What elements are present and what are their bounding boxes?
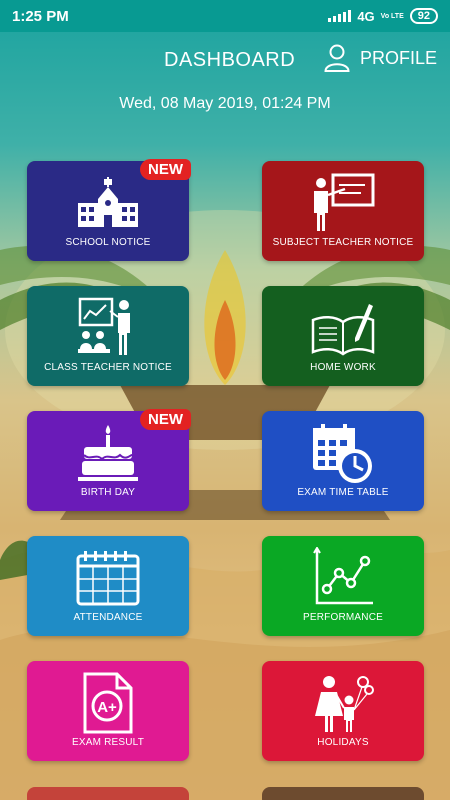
profile-button[interactable]: PROFILE [324,44,437,72]
tile-performance[interactable]: PERFORMANCE [262,536,424,636]
grade-a-plus-icon: A+ [83,672,133,734]
tile-class-teacher-notice[interactable]: CLASS TEACHER NOTICE [27,286,189,386]
tile-holidays[interactable]: HOLIDAYS [262,661,424,761]
tile-label: SCHOOL NOTICE [65,237,151,248]
classroom-icon [78,297,130,355]
new-badge: NEW [140,409,191,430]
tile-partial-right[interactable] [262,787,424,800]
tile-label: ATTENDANCE [73,612,143,623]
line-graph-icon [313,547,373,605]
tile-birth-day[interactable]: BIRTH DAY NEW [27,409,191,511]
tile-label: CLASS TEACHER NOTICE [44,362,172,373]
user-icon [324,44,350,72]
tile-label: BIRTH DAY [80,487,136,498]
tile-label: SUBJECT TEACHER NOTICE [272,237,414,248]
current-datetime: Wed, 08 May 2019, 01:24 PM [119,95,331,112]
battery-icon: 92 [409,8,438,24]
new-badge: NEW [140,159,191,180]
tile-home-work[interactable]: HOME WORK [262,286,424,386]
volte-indicator: Vo LTE [380,12,404,20]
calendar-icon [76,551,140,606]
tile-label: EXAM RESULT [71,737,145,748]
tile-exam-result[interactable]: A+ EXAM RESULT [27,661,189,761]
svg-text:A+: A+ [97,699,117,716]
calendar-clock-icon [313,424,372,483]
signal-icon [328,10,352,22]
tile-school-notice[interactable]: SCHOOL NOTICE NEW [27,159,191,261]
tile-label: HOLIDAYS [317,737,369,748]
birthday-cake-icon [78,425,138,481]
tile-label: HOME WORK [310,362,376,373]
book-pen-icon [311,304,375,356]
tile-label: PERFORMANCE [303,612,383,623]
network-type: 4G [357,8,375,24]
app-header: DASHBOARD PROFILE [0,40,450,80]
profile-label: PROFILE [360,47,438,68]
tile-partial-left[interactable] [27,787,189,800]
tile-label: EXAM TIME TABLE [297,487,389,498]
status-time: 1:25 PM [12,7,69,25]
family-balloon-icon [315,676,374,732]
page-title: DASHBOARD [164,49,296,71]
school-building-icon [78,177,138,227]
status-bar: 1:25 PM 4G Vo LTE 92 [0,0,450,32]
teacher-board-icon [314,173,375,231]
tile-exam-time-table[interactable]: EXAM TIME TABLE [262,411,424,511]
tile-subject-teacher-notice[interactable]: SUBJECT TEACHER NOTICE [262,161,424,261]
tile-attendance[interactable]: ATTENDANCE [27,536,189,636]
